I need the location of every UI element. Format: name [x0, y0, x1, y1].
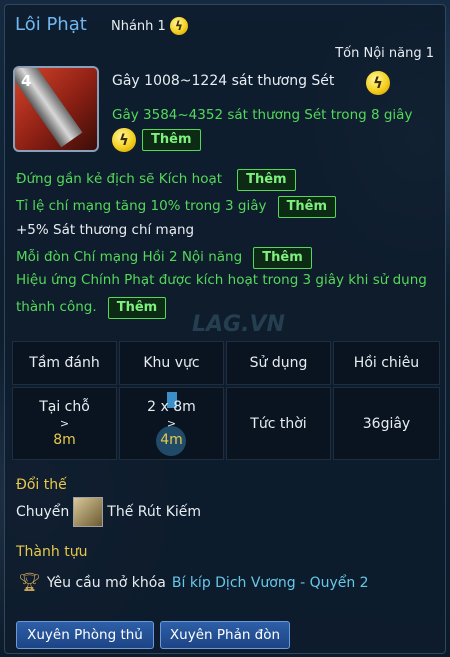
achievement-heading: Thành tựu [16, 544, 88, 560]
pierce-defense-button[interactable]: Xuyên Phòng thủ [16, 621, 154, 649]
area-cell: 2 x 8m > 4m [119, 387, 224, 460]
trophy-icon: 🏆︎ [18, 572, 41, 593]
range-arrow: > [59, 417, 70, 430]
effect-text: Đứng gần kẻ địch sẽ Kích hoạt [16, 171, 223, 187]
more-button[interactable]: Thêm [253, 247, 312, 269]
pierce-counter-button[interactable]: Xuyên Phản đòn [160, 621, 290, 649]
effect-row-1: Đứng gần kẻ địch sẽ Kích hoạt Thêm [16, 168, 296, 191]
lightning-icon: ϟ [112, 128, 136, 152]
damage-text: Gây 1008~1224 sát thương Sét [112, 73, 335, 89]
branch-label: Nhánh 1 ϟ [111, 17, 188, 35]
more-button[interactable]: Thêm [107, 297, 167, 319]
header-use: Sử dụng [226, 341, 331, 385]
effect-row-3: +5% Sát thương chí mạng [16, 222, 195, 238]
range-from: Tại chỗ [39, 399, 90, 415]
more-button[interactable]: Thêm [237, 169, 296, 191]
effect-row-5b: thành công. Thêm [16, 296, 167, 319]
achievement-row: 🏆︎ Yêu cầu mở khóa Bí kíp Dịch Vương - Q… [18, 572, 369, 593]
header-area: Khu vực [119, 341, 224, 385]
effect-row-2: Tỉ lệ chí mạng tăng 10% trong 3 giây Thê… [16, 195, 337, 218]
effect-row-5: Hiệu ứng Chính Phạt được kích hoạt trong… [16, 272, 427, 288]
transform-heading: Đổi thế [16, 477, 67, 493]
area-from: 2 x 8m [147, 399, 196, 415]
area-to: 4m [160, 432, 183, 448]
skill-icon: 4 [13, 66, 99, 152]
skill-level: 4 [21, 72, 32, 90]
element-more-row: ϟ Thêm [112, 128, 201, 152]
range-to: 8m [53, 432, 76, 448]
transform-row: Chuyển Thế Rút Kiếm [16, 497, 201, 527]
effect-text: thành công. [16, 299, 97, 315]
transform-name: Thế Rút Kiếm [107, 504, 202, 520]
damage-line-primary: Gây 1008~1224 sát thương Sét [112, 73, 334, 89]
header-cooldown: Hồi chiêu [333, 341, 440, 385]
stats-table: Tầm đánh Khu vực Sử dụng Hồi chiêu Tại c… [12, 341, 440, 460]
lightning-icon: ϟ [366, 71, 390, 95]
transform-prefix: Chuyển [16, 504, 70, 520]
skill-title: Lôi Phạt [15, 14, 87, 35]
requirement-text: Yêu cầu mở khóa [46, 574, 166, 591]
use-cell: Tức thời [226, 387, 331, 460]
effect-text: Mỗi đòn Chí mạng Hồi 2 Nội năng [16, 249, 243, 265]
more-button[interactable]: Thêm [142, 129, 201, 151]
lightning-icon: ϟ [169, 17, 188, 35]
header-range: Tầm đánh [12, 341, 117, 385]
watermark: LAG.VN [192, 312, 285, 337]
branch-text: Nhánh 1 [111, 19, 166, 34]
requirement-link[interactable]: Bí kíp Dịch Vương - Quyển 2 [172, 575, 369, 591]
stance-icon[interactable] [73, 497, 104, 527]
energy-cost: Tốn Nội năng 1 [335, 46, 434, 61]
more-button[interactable]: Thêm [277, 196, 337, 218]
area-arrow: > [166, 417, 177, 430]
range-cell: Tại chỗ > 8m [12, 387, 117, 460]
effect-text: Tỉ lệ chí mạng tăng 10% trong 3 giây [16, 198, 267, 214]
damage-line-dot: Gây 3584~4352 sát thương Sét trong 8 giâ… [112, 107, 413, 123]
cooldown-cell: 36giây [333, 387, 440, 460]
effect-row-4: Mỗi đòn Chí mạng Hồi 2 Nội năng Thêm [16, 246, 312, 269]
